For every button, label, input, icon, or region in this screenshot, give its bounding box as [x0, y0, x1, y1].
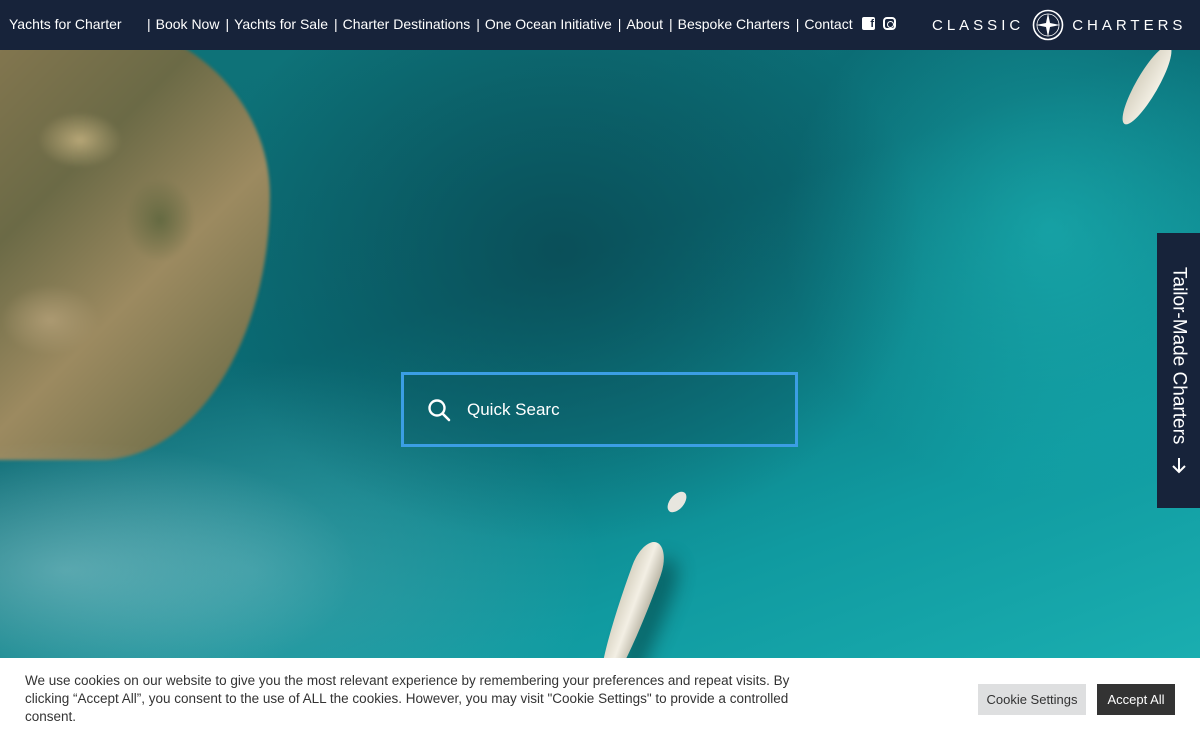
- sailboat: [591, 537, 671, 658]
- tailor-made-charters-tab[interactable]: Tailor-Made Charters: [1157, 233, 1200, 508]
- rock-cliff: [0, 50, 270, 460]
- nav-yachts-for-charter[interactable]: Yachts for Charter: [9, 16, 122, 32]
- nav-bespoke-charters[interactable]: Bespoke Charters: [678, 16, 790, 32]
- nav-separator: |: [617, 16, 622, 32]
- quick-search-input[interactable]: [465, 398, 769, 421]
- search-icon: [428, 398, 451, 421]
- dinghy: [663, 488, 691, 516]
- nav-separator: |: [476, 16, 480, 32]
- nav-about[interactable]: About: [626, 16, 663, 32]
- logo-word-right: CHARTERS: [1072, 16, 1187, 34]
- sailboat-distant: [1114, 50, 1180, 130]
- accept-all-button[interactable]: Accept All: [1097, 684, 1175, 715]
- cookie-message: We use cookies on our website to give yo…: [25, 673, 790, 724]
- nav-separator: |: [669, 16, 673, 32]
- nav-separator: |: [334, 16, 338, 32]
- nav-yachts-for-sale[interactable]: Yachts for Sale: [234, 16, 328, 32]
- site-logo[interactable]: CLASSIC CHARTERS: [932, 8, 1186, 42]
- nav-contact[interactable]: Contact: [804, 16, 852, 32]
- logo-word-left: CLASSIC: [932, 16, 1025, 34]
- main-nav: | Book Now | Yachts for Sale | Charter D…: [147, 16, 859, 32]
- compass-icon: [1032, 9, 1064, 41]
- hero-background: [0, 50, 1200, 658]
- tailor-made-charters-label: Tailor-Made Charters: [1168, 267, 1190, 474]
- social-links: f: [862, 17, 896, 30]
- site-header: Yachts for Charter | Book Now | Yachts f…: [0, 0, 1200, 50]
- nav-charter-destinations[interactable]: Charter Destinations: [343, 16, 471, 32]
- cookie-settings-button[interactable]: Cookie Settings: [978, 684, 1086, 715]
- nav-one-ocean-initiative[interactable]: One Ocean Initiative: [485, 16, 612, 32]
- facebook-icon[interactable]: f: [862, 17, 875, 30]
- shore-water: [0, 440, 360, 658]
- arrow-left-icon: [1171, 457, 1186, 474]
- nav-book-now[interactable]: Book Now: [156, 16, 220, 32]
- quick-search-box[interactable]: [401, 372, 798, 447]
- side-tab-text: Tailor-Made Charters: [1168, 267, 1190, 445]
- instagram-icon[interactable]: [883, 17, 896, 30]
- nav-separator: |: [147, 16, 151, 32]
- nav-separator: |: [795, 16, 800, 32]
- nav-separator: |: [225, 16, 230, 32]
